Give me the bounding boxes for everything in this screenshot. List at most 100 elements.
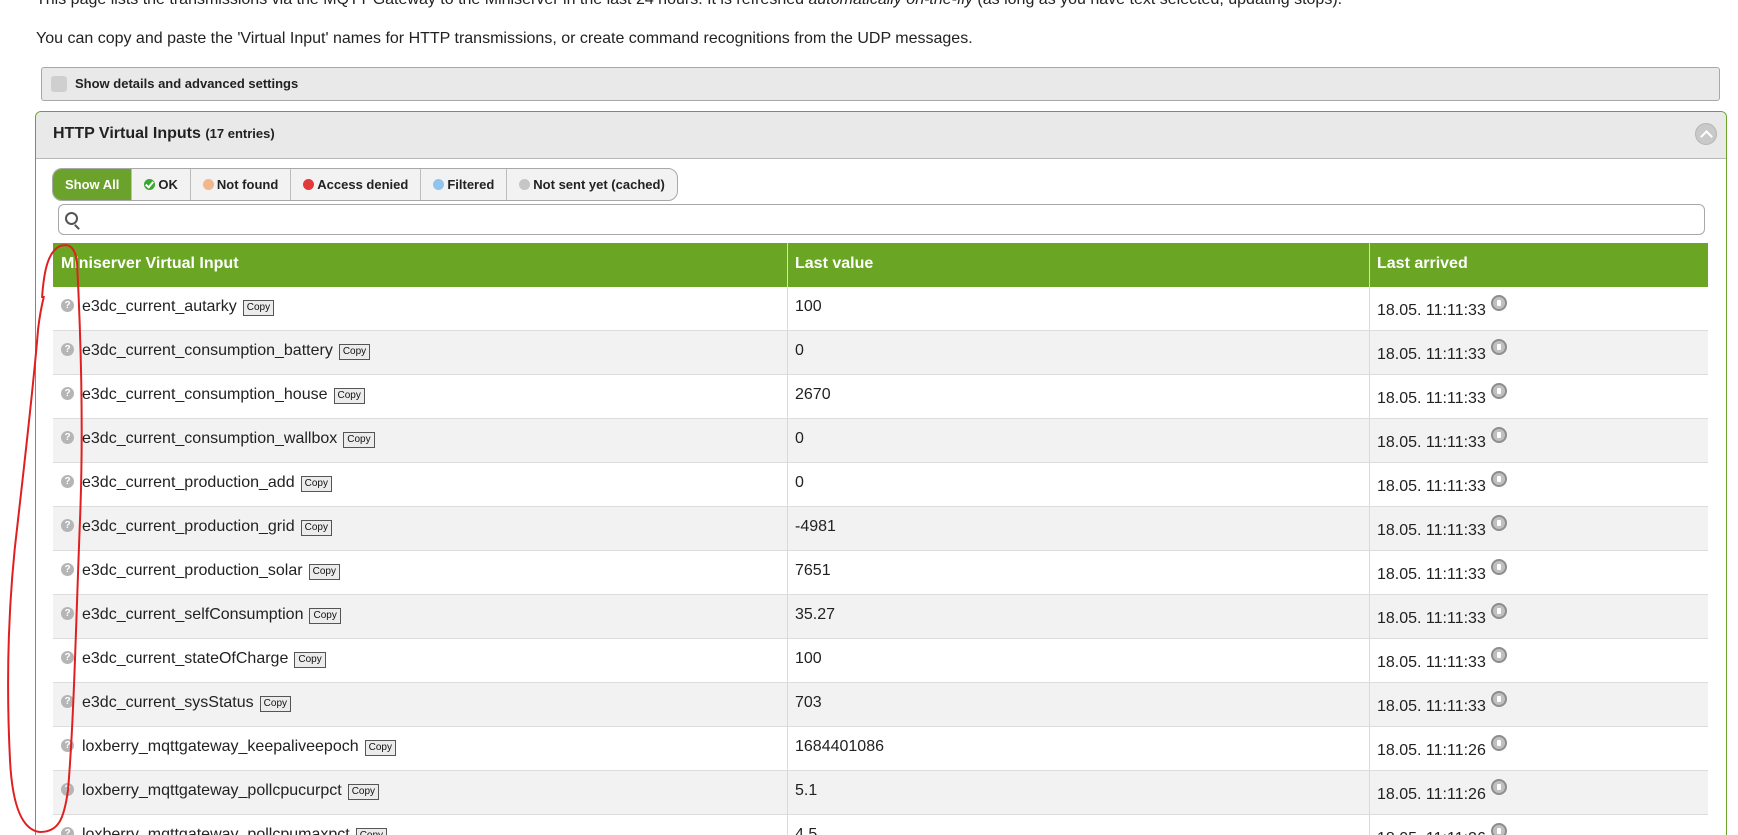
help-icon[interactable]: ? bbox=[61, 475, 74, 488]
copy-button[interactable]: Copy bbox=[294, 652, 326, 668]
virtual-input-text: loxberry_mqttgateway_pollcpucurpct bbox=[82, 782, 342, 799]
last-value: 703 bbox=[795, 694, 822, 711]
search-input[interactable] bbox=[83, 205, 1697, 236]
copy-button[interactable]: Copy bbox=[347, 784, 380, 800]
virtual-input-name: e3dc_current_stateOfCharge Copy bbox=[82, 650, 326, 668]
column-divider bbox=[1369, 419, 1370, 462]
virtual-input-text: e3dc_current_stateOfCharge bbox=[82, 650, 289, 667]
access-denied-icon bbox=[303, 179, 315, 190]
column-header-virtual-input[interactable]: Miniserver Virtual Input bbox=[61, 255, 239, 273]
collapse-icon[interactable] bbox=[1695, 123, 1717, 145]
panel-title-text: HTTP Virtual Inputs bbox=[53, 125, 201, 142]
copy-button[interactable]: Copy bbox=[343, 432, 375, 448]
column-divider bbox=[1369, 551, 1370, 594]
help-icon[interactable]: ? bbox=[61, 739, 74, 752]
copy-button[interactable]: Copy bbox=[300, 476, 332, 492]
delete-icon[interactable] bbox=[1491, 603, 1507, 619]
copy-button[interactable]: Copy bbox=[364, 740, 396, 756]
help-icon[interactable]: ? bbox=[61, 827, 74, 835]
column-divider bbox=[1369, 375, 1370, 418]
cached-icon bbox=[519, 179, 531, 190]
last-arrived: 18.05. 11:11:33 bbox=[1377, 610, 1486, 627]
virtual-input-text: e3dc_current_consumption_wallbox bbox=[82, 430, 338, 447]
last-value: 2670 bbox=[795, 386, 831, 403]
column-divider bbox=[787, 595, 788, 638]
column-divider bbox=[787, 419, 788, 462]
column-header-last-value[interactable]: Last value bbox=[795, 255, 873, 273]
column-divider bbox=[1369, 727, 1370, 770]
copy-button[interactable]: Copy bbox=[242, 300, 275, 316]
virtual-input-name: e3dc_current_production_solar Copy bbox=[82, 562, 340, 580]
virtual-input-name: e3dc_current_production_add Copy bbox=[82, 474, 332, 492]
last-value: 5.1 bbox=[795, 782, 818, 799]
column-divider bbox=[1369, 507, 1370, 550]
delete-icon[interactable] bbox=[1491, 515, 1507, 531]
help-icon[interactable]: ? bbox=[61, 387, 74, 400]
help-icon[interactable]: ? bbox=[61, 783, 74, 796]
filter-label: OK bbox=[158, 177, 178, 192]
help-icon[interactable]: ? bbox=[61, 431, 74, 444]
last-value: 0 bbox=[795, 342, 804, 359]
column-divider bbox=[1369, 771, 1370, 814]
help-icon[interactable]: ? bbox=[61, 695, 74, 708]
filter-not-sent-button[interactable]: Not sent yet (cached) bbox=[507, 169, 676, 200]
status-filter-bar: Show All OK Not found Access denied Filt… bbox=[52, 168, 678, 201]
delete-icon[interactable] bbox=[1491, 471, 1507, 487]
delete-icon[interactable] bbox=[1491, 383, 1507, 399]
panel-title: HTTP Virtual Inputs (17 entries) bbox=[53, 125, 275, 143]
help-icon[interactable]: ? bbox=[61, 343, 74, 356]
table-row: ? e3dc_current_selfConsumption Copy 35.27 18… bbox=[53, 595, 1708, 639]
filter-filtered-button[interactable]: Filtered bbox=[421, 169, 508, 200]
table-row: ? e3dc_current_autarky Copy 100 18.05. 11:11… bbox=[53, 287, 1708, 331]
last-value: -4981 bbox=[795, 518, 836, 535]
filter-label: Access denied bbox=[317, 177, 409, 192]
delete-icon[interactable] bbox=[1491, 559, 1507, 575]
help-icon[interactable]: ? bbox=[61, 563, 74, 576]
search-field[interactable] bbox=[58, 204, 1705, 236]
column-divider bbox=[787, 639, 788, 682]
panel-header[interactable]: HTTP Virtual Inputs (17 entries) bbox=[36, 112, 1726, 159]
copy-button[interactable]: Copy bbox=[338, 344, 371, 360]
last-value: 0 bbox=[795, 430, 804, 447]
column-divider bbox=[787, 287, 788, 330]
help-icon[interactable]: ? bbox=[61, 299, 74, 312]
virtual-input-text: e3dc_current_production_solar bbox=[82, 562, 303, 579]
virtual-input-name: e3dc_current_autarky Copy bbox=[82, 298, 275, 316]
filter-not-found-button[interactable]: Not found bbox=[191, 169, 292, 200]
help-icon[interactable]: ? bbox=[61, 607, 74, 620]
details-toggle[interactable]: Show details and advanced settings bbox=[41, 67, 1720, 101]
virtual-input-text: e3dc_current_sysStatus bbox=[82, 694, 254, 711]
delete-icon[interactable] bbox=[1491, 647, 1507, 663]
table-body: ? e3dc_current_autarky Copy 100 18.05. 11:11… bbox=[53, 287, 1708, 835]
help-icon[interactable]: ? bbox=[61, 651, 74, 664]
filter-show-all-button[interactable]: Show All bbox=[53, 169, 133, 200]
table-row: ? e3dc_current_consumption_battery Copy 0 18… bbox=[53, 331, 1708, 375]
column-divider bbox=[787, 507, 788, 550]
last-arrived: 18.05. 11:11:26 bbox=[1377, 742, 1486, 759]
virtual-input-text: e3dc_current_production_grid bbox=[82, 518, 295, 535]
copy-button[interactable]: Copy bbox=[308, 564, 340, 580]
help-icon[interactable]: ? bbox=[61, 519, 74, 532]
copy-button[interactable]: Copy bbox=[333, 388, 365, 404]
details-checkbox-icon[interactable] bbox=[51, 76, 67, 92]
delete-icon[interactable] bbox=[1491, 823, 1507, 835]
copy-button[interactable]: Copy bbox=[300, 520, 332, 536]
copy-button[interactable]: Copy bbox=[259, 696, 292, 712]
filter-ok-button[interactable]: OK bbox=[132, 169, 191, 200]
delete-icon[interactable] bbox=[1491, 691, 1507, 707]
table-row: ? loxberry_mqttgateway_pollcpumaxpct Copy 4… bbox=[53, 815, 1708, 835]
delete-icon[interactable] bbox=[1491, 735, 1507, 751]
column-header-last-arrived[interactable]: Last arrived bbox=[1377, 255, 1468, 273]
column-divider bbox=[1369, 639, 1370, 682]
last-value: 100 bbox=[795, 298, 822, 315]
copy-button[interactable]: Copy bbox=[309, 608, 341, 624]
delete-icon[interactable] bbox=[1491, 295, 1507, 311]
last-arrived: 18.05. 11:11:33 bbox=[1377, 390, 1486, 407]
delete-icon[interactable] bbox=[1491, 339, 1507, 355]
delete-icon[interactable] bbox=[1491, 427, 1507, 443]
column-divider bbox=[1369, 243, 1370, 287]
column-divider bbox=[787, 815, 788, 835]
copy-button[interactable]: Copy bbox=[355, 828, 388, 835]
delete-icon[interactable] bbox=[1491, 779, 1507, 795]
filter-access-denied-button[interactable]: Access denied bbox=[291, 169, 422, 200]
